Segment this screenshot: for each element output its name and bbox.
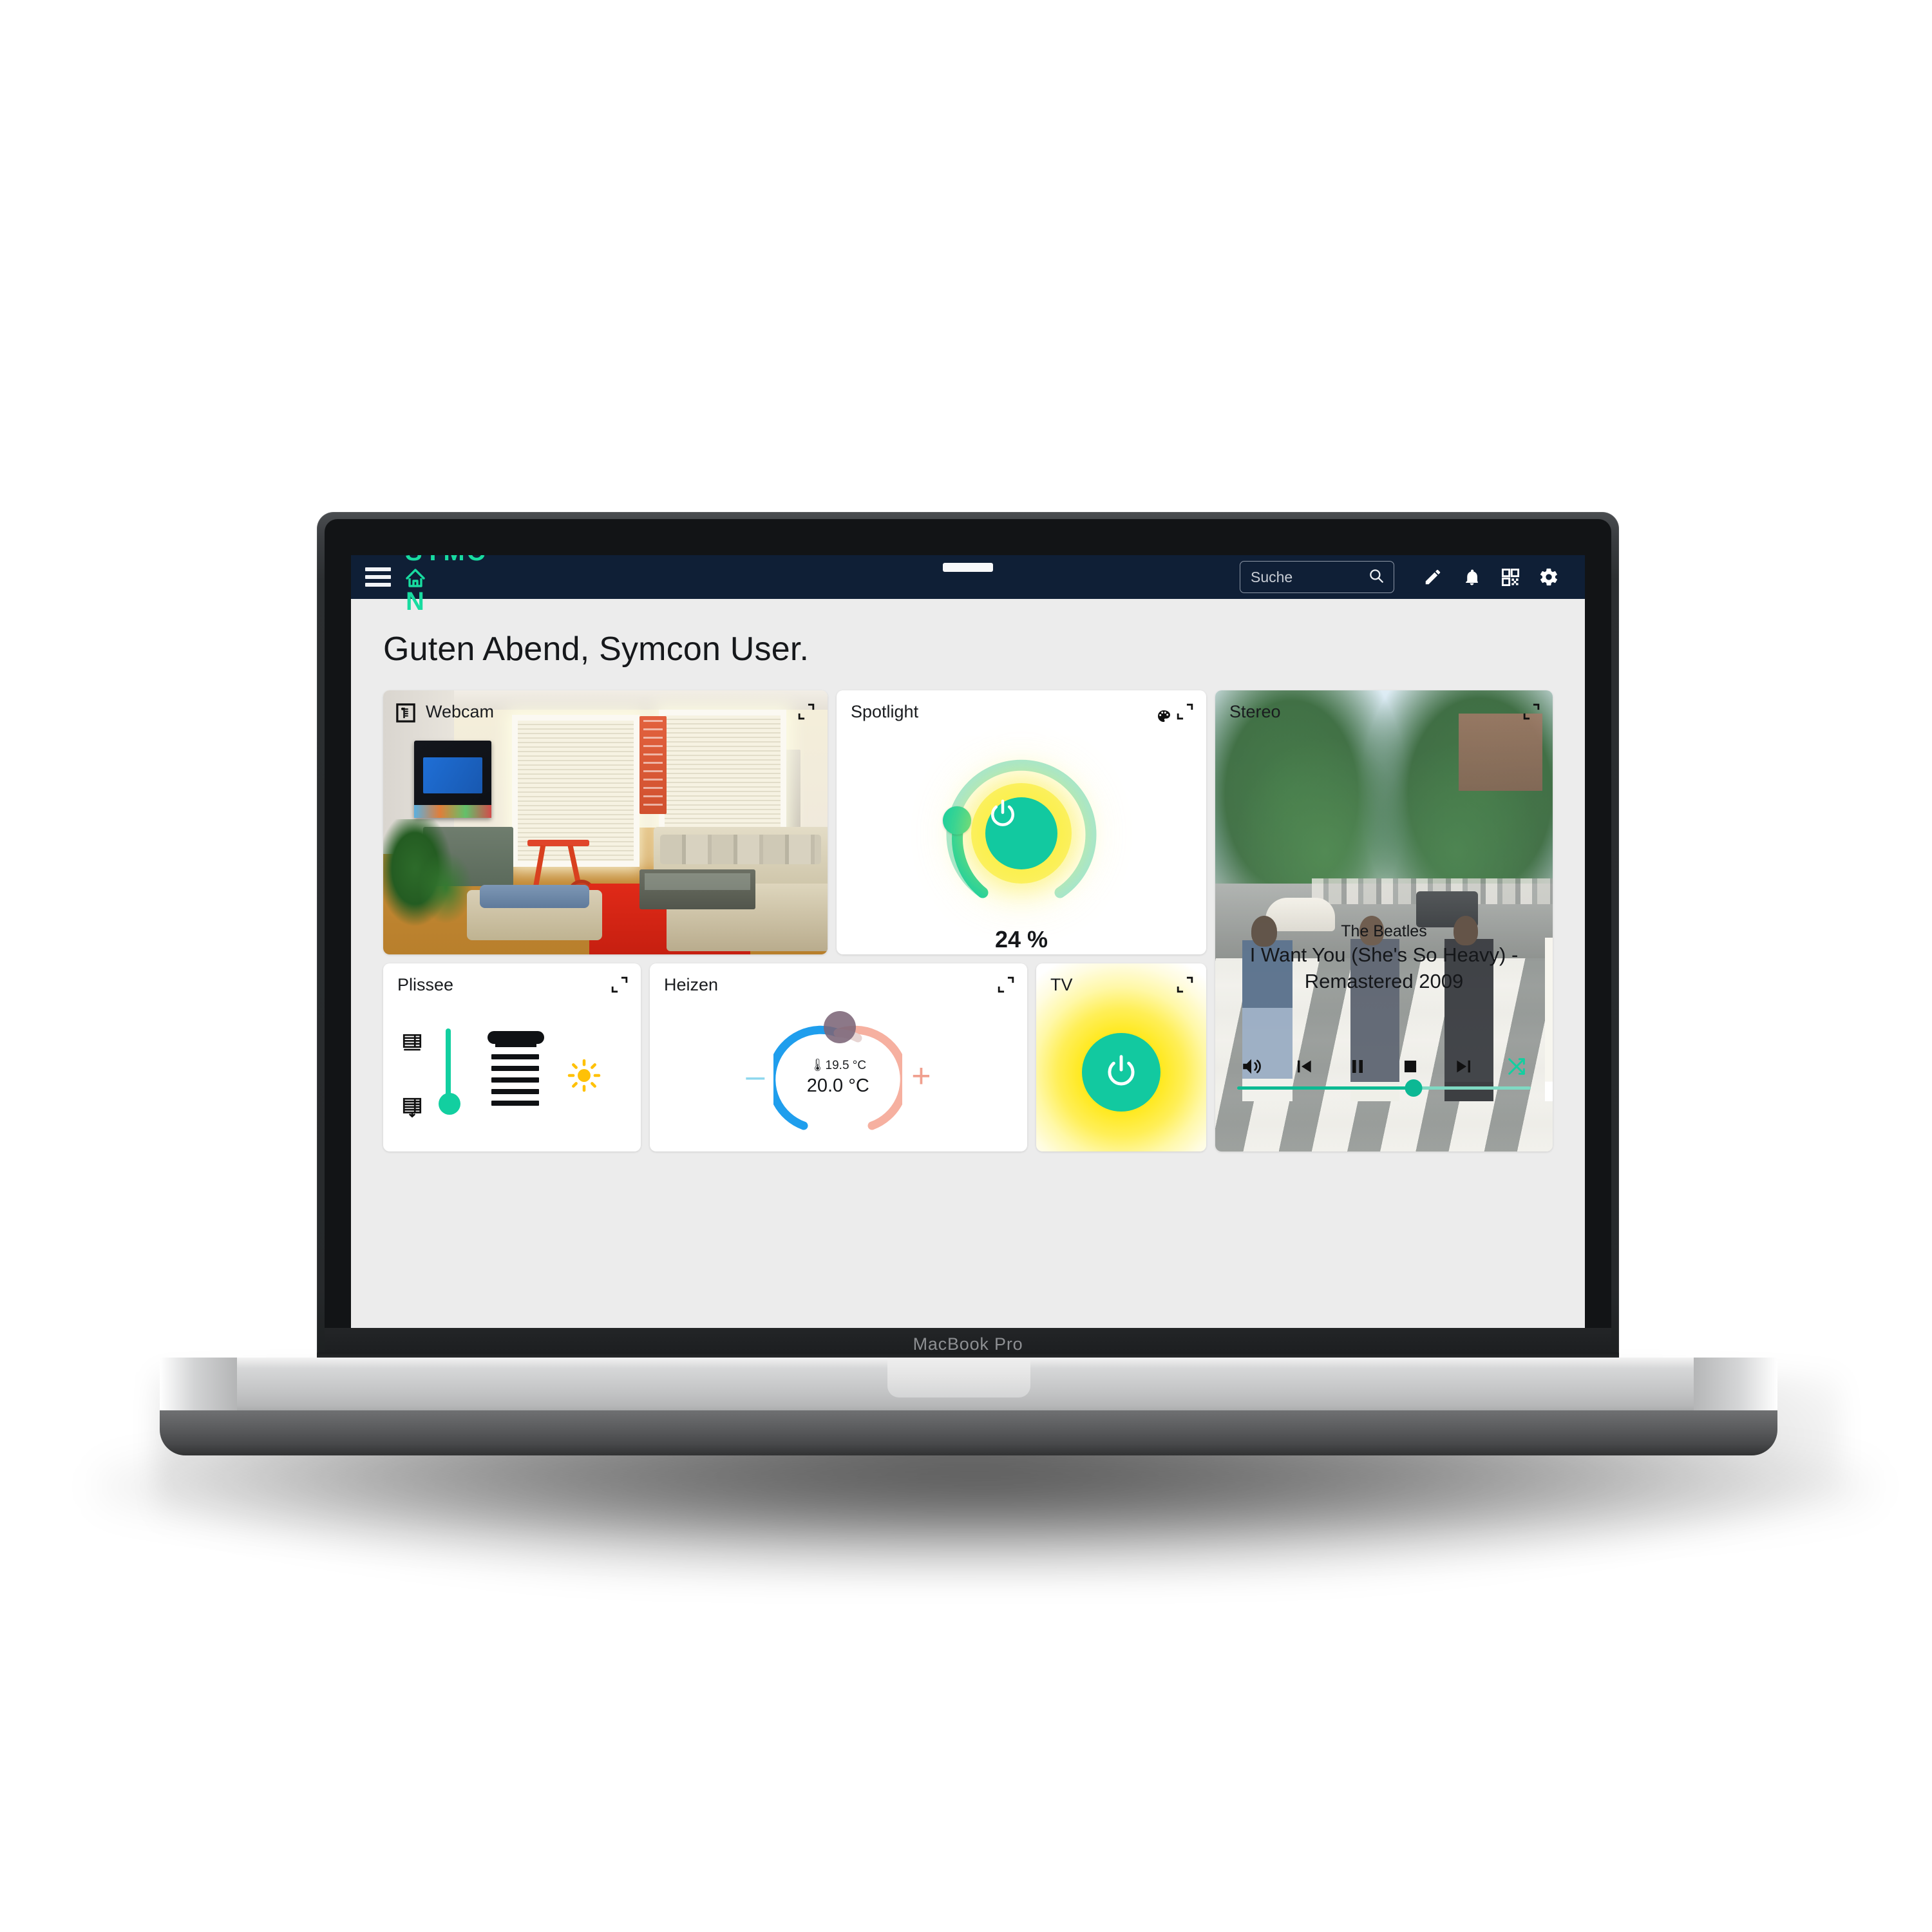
target-temperature: 20.0 °C [806,1075,869,1096]
expand-icon[interactable] [1177,976,1193,993]
current-temperature: 🌡19.5 °C [810,1059,867,1072]
pause-icon[interactable] [1341,1051,1374,1082]
progress-handle[interactable] [1405,1079,1423,1097]
card-grid: Webcam Spotlight 24 % Plissee Heizen – 🌡… [383,690,1553,1151]
thermometer-icon: 🌡 [810,1059,826,1072]
laptop-mockup: SYMCN [0,0,1932,1932]
card-title-heizen: Heizen [664,975,719,994]
palette-icon[interactable] [1156,708,1171,727]
gear-icon[interactable] [1530,558,1568,596]
card-webcam[interactable]: Webcam [383,690,828,954]
blind-down-icon[interactable] [401,1096,423,1121]
progress-fill [1237,1086,1414,1090]
camera-notch [943,563,993,572]
pencil-icon[interactable] [1414,558,1452,596]
bell-icon[interactable] [1452,558,1491,596]
brightness-dial-handle[interactable] [943,806,971,835]
playback-progress-slider[interactable] [1237,1079,1531,1097]
expand-icon[interactable] [798,703,815,720]
search-input[interactable] [1249,567,1336,587]
temperature-decrease-button[interactable]: – [746,1059,764,1093]
device-model-label: MacBook Pro [913,1334,1023,1354]
card-spotlight[interactable]: Spotlight 24 % [837,690,1206,954]
app-header: SYMCN [351,555,1585,616]
expand-icon[interactable] [611,976,628,993]
blind-up-icon[interactable] [401,1032,423,1057]
laptop-base-front [160,1410,1777,1455]
sun-icon[interactable] [567,1059,601,1095]
card-title-plissee: Plissee [397,975,454,994]
card-plissee[interactable]: Plissee [383,963,641,1151]
now-playing: The Beatles I Want You (She's So Heavy) … [1232,922,1536,995]
app-header-actions [1240,558,1585,596]
laptop-base-notch [887,1358,1030,1397]
spotlight-power-button[interactable] [985,797,1057,869]
track-artist: The Beatles [1341,922,1427,940]
stop-icon[interactable] [1394,1051,1427,1082]
volume-icon[interactable] [1235,1051,1268,1082]
camera-icon [396,703,415,726]
card-title-spotlight: Spotlight [851,702,919,721]
house-icon [405,567,488,587]
plissee-slider-handle[interactable] [439,1093,460,1115]
skip-next-icon[interactable] [1447,1051,1481,1082]
brand-logo[interactable]: SYMCN [405,555,488,616]
thermostat-dial[interactable]: 🌡19.5 °C 20.0 °C [773,1011,903,1137]
brightness-dial[interactable] [837,737,1206,930]
page-title: Guten Abend, Symcon User. [383,630,810,668]
card-title-tv: TV [1050,975,1073,994]
media-controls [1235,1051,1533,1082]
tv-power-button[interactable] [1082,1033,1160,1112]
brand-name: SYMCN [405,555,488,616]
dashboard-page: Guten Abend, Symcon User. Webcam Spotlig… [351,599,1585,1151]
card-row-top: Webcam Spotlight 24 % [383,690,1206,954]
card-tv[interactable]: TV [1036,963,1206,1151]
plissee-slider[interactable] [439,1028,460,1125]
card-heizen[interactable]: Heizen – 🌡19.5 °C 20.0 °C + [650,963,1027,1151]
search-box[interactable] [1240,561,1394,593]
qr-code-icon[interactable] [1491,558,1530,596]
plissee-slider-track [446,1028,451,1101]
blind-graphic [482,1028,549,1125]
skip-previous-icon[interactable] [1287,1051,1321,1082]
expand-icon[interactable] [1523,703,1540,720]
card-stereo[interactable]: Stereo The Beatles I Want You (She's So … [1215,690,1553,1151]
webcam-live-image [383,690,828,954]
track-title: I Want You (She's So Heavy) - Remastered… [1249,943,1519,992]
hamburger-menu-icon[interactable] [365,567,391,587]
card-title-webcam: Webcam [426,702,495,721]
shuffle-icon[interactable] [1500,1051,1533,1082]
search-icon[interactable] [1368,567,1385,587]
laptop-screen: SYMCN [351,555,1585,1336]
plissee-position-icons [401,1032,423,1121]
card-row-bottom: Plissee Heizen – 🌡19.5 °C 20.0 °C + TV [383,963,1206,1151]
laptop-floor-shadow-soft [97,1443,1874,1552]
card-grid-left-column: Webcam Spotlight 24 % Plissee Heizen – 🌡… [383,690,1206,1151]
brightness-value: 24 % [994,926,1048,952]
thermostat-dial-handle[interactable] [824,1011,857,1043]
expand-icon[interactable] [1177,703,1193,720]
temperature-increase-button[interactable]: + [911,1059,931,1093]
card-title-stereo: Stereo [1229,702,1281,721]
expand-icon[interactable] [998,976,1014,993]
